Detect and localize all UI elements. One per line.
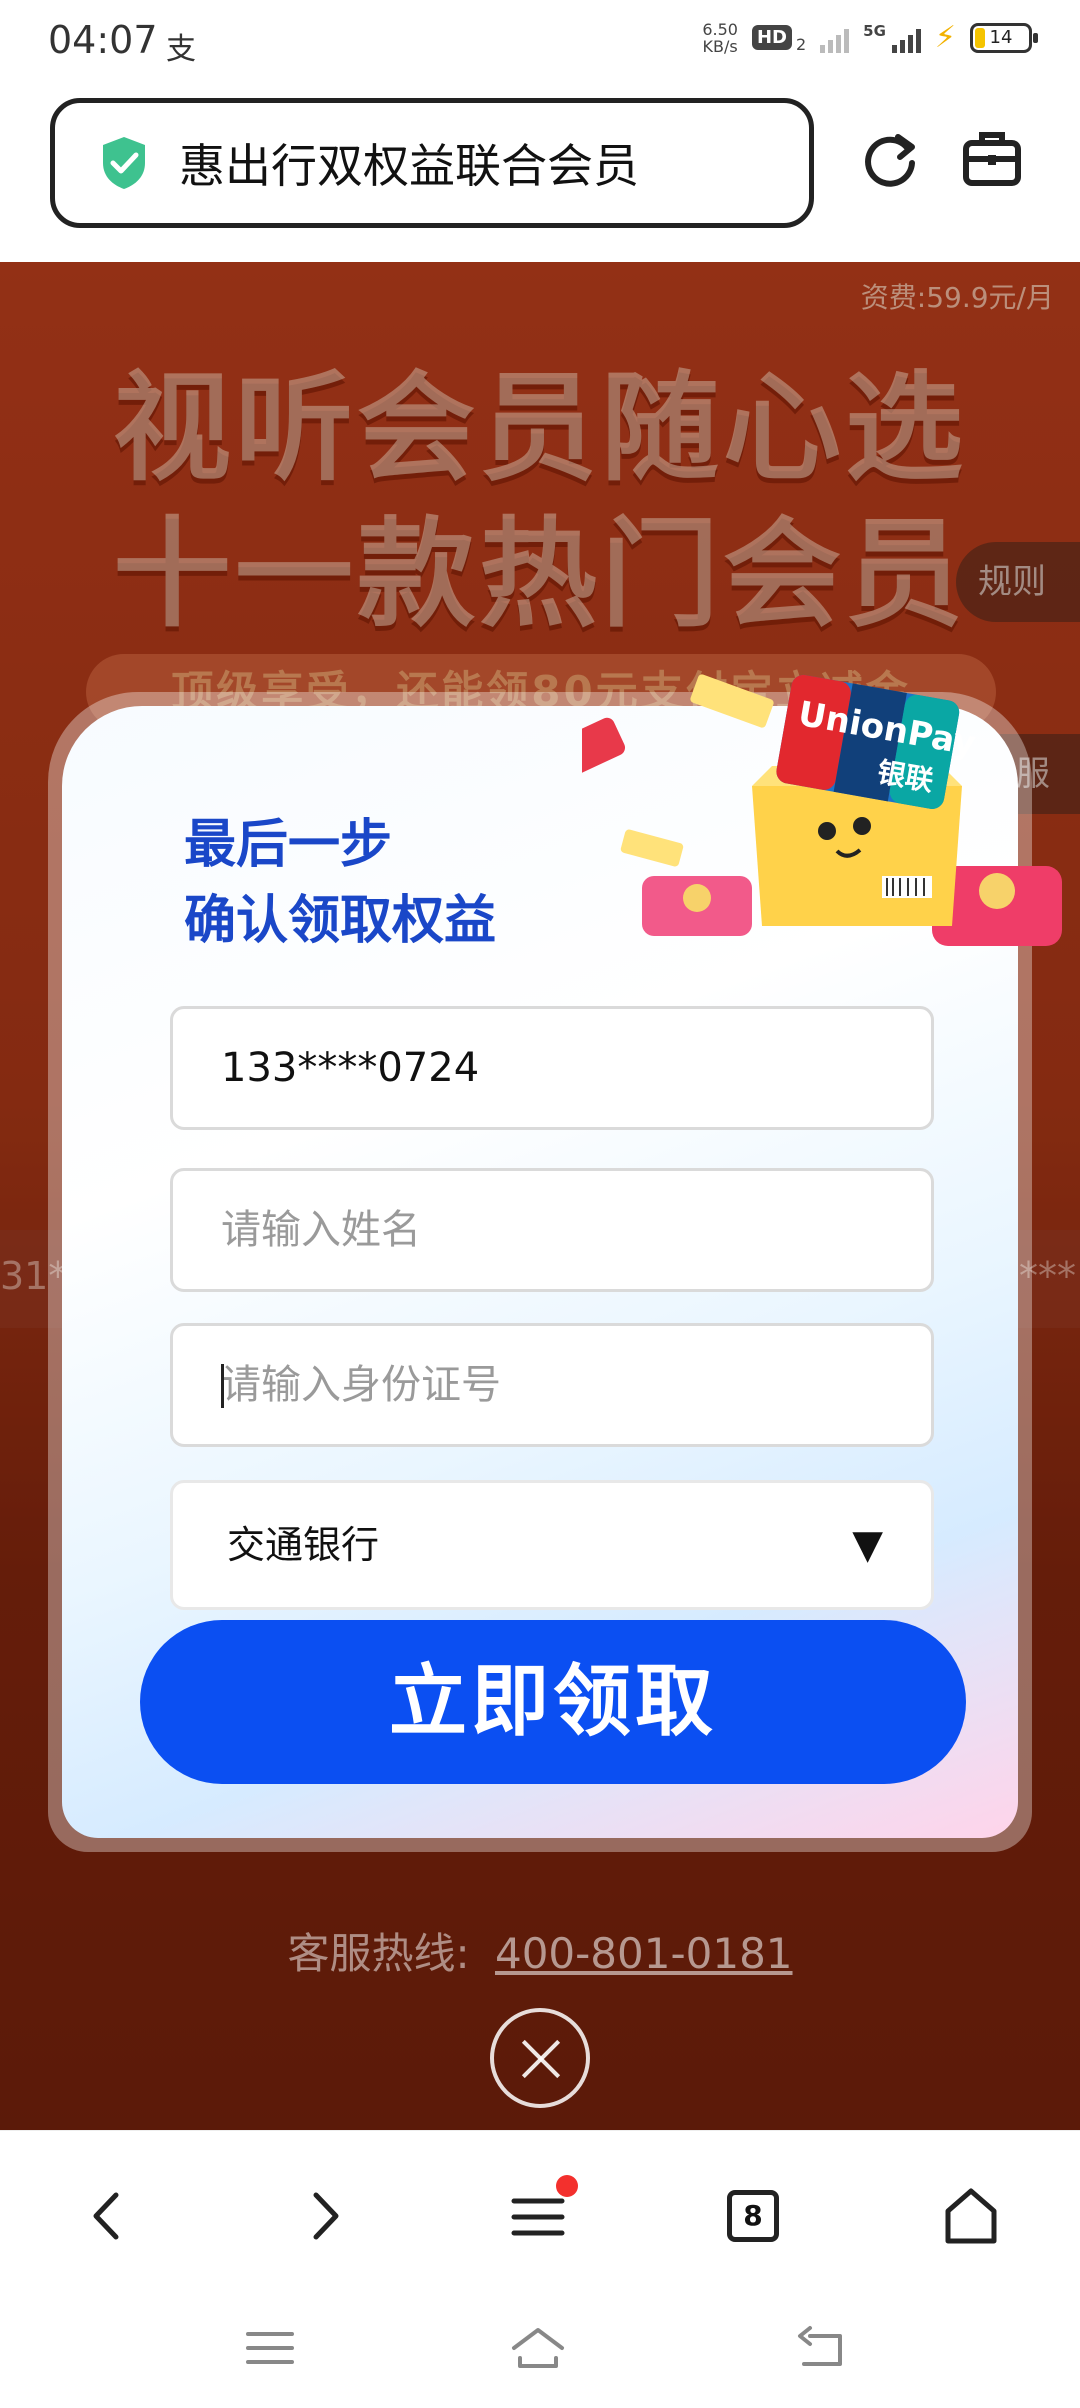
system-nav-bar [0, 2288, 1080, 2408]
id-number-input[interactable]: 请输入身份证号 [170, 1323, 934, 1447]
name-input[interactable]: 请输入姓名 [170, 1168, 934, 1292]
claim-now-button[interactable]: 立即领取 [140, 1620, 966, 1784]
dialog-title-line1: 最后一步 [184, 815, 393, 875]
hd-sim-index: 2 [795, 35, 807, 54]
status-bar: 04:07 支 6.50 KB/s HD 2 5G ⚡ 14 [0, 0, 1080, 82]
refresh-icon[interactable] [858, 127, 922, 191]
alipay-notification-icon: 支 [166, 32, 196, 67]
signal-sim1-icon [820, 23, 850, 53]
browser-top-bar: 惠出行双权益联合会员 [0, 82, 1080, 262]
battery-icon: 14 [970, 22, 1038, 53]
battery-level: 14 [989, 26, 1013, 48]
back-icon[interactable] [72, 2181, 142, 2251]
forward-icon[interactable] [290, 2181, 360, 2251]
confirm-dialog-body: 最后一步 确认领取权益 UnionPay 银联 133****0724 请输入姓… [62, 674, 1062, 1838]
dropdown-caret-icon: ▼ [852, 1522, 883, 1568]
browser-bottom-nav: 8 [0, 2130, 1080, 2288]
signal-sim2-icon [891, 23, 921, 53]
secure-shield-icon [103, 137, 145, 189]
toolbox-icon[interactable] [960, 127, 1024, 191]
home-icon[interactable] [936, 2181, 1006, 2251]
close-dialog-icon[interactable] [490, 2008, 590, 2108]
tabs-button[interactable]: 8 [718, 2181, 788, 2251]
bank-select-value: 交通银行 [227, 1523, 380, 1567]
status-time: 04:07 [48, 18, 158, 62]
phone-input[interactable]: 133****0724 [170, 1006, 934, 1130]
menu-button[interactable] [504, 2175, 578, 2251]
charging-icon: ⚡ [934, 20, 956, 55]
hotline-number-link[interactable]: 400-801-0181 [495, 1929, 793, 1978]
confirm-dialog: 最后一步 确认领取权益 UnionPay 银联 133****0724 请输入姓… [48, 674, 1062, 1852]
network-speed: 6.50 KB/s [702, 19, 738, 56]
address-bar[interactable]: 惠出行双权益联合会员 [50, 98, 814, 228]
tab-count: 8 [727, 2190, 779, 2242]
hd-voice-icon: HD [751, 25, 792, 50]
hotline: 客服热线: 400-801-0181 [0, 1920, 1080, 1981]
status-indicators: 6.50 KB/s HD 2 5G ⚡ 14 [702, 19, 1038, 56]
dialog-title-line2: 确认领取权益 [184, 891, 497, 951]
system-back-icon[interactable] [790, 2318, 850, 2378]
network-type: 5G [863, 21, 886, 40]
hotline-label: 客服热线: [287, 1929, 470, 1978]
recent-apps-icon[interactable] [240, 2318, 300, 2378]
page-content: 资费:59.9元/月 视听会员随心选 十一款热门会员 顶级享受，还能领80元支付… [0, 262, 1080, 2130]
unionpay-gift-box-illustration: UnionPay 银联 [582, 674, 1062, 946]
notification-dot [556, 2175, 578, 2197]
system-home-icon[interactable] [508, 2318, 568, 2378]
page-title: 惠出行双权益联合会员 [179, 139, 639, 193]
bank-select[interactable]: 交通银行 ▼ [170, 1480, 934, 1610]
